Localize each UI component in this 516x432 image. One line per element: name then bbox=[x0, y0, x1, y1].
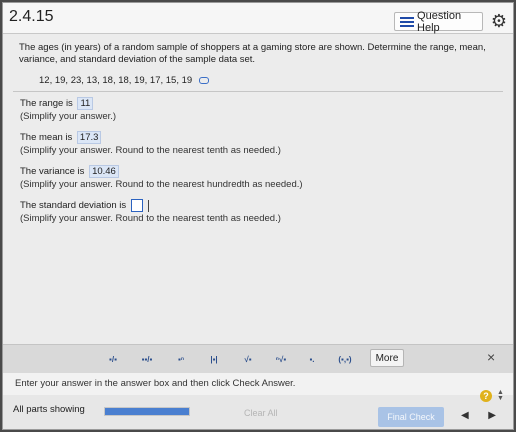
nth-root-tool[interactable]: ⁿ√▪ bbox=[269, 351, 293, 367]
variance-label: The variance is bbox=[20, 166, 85, 177]
nav-arrows: ◀ ▶ bbox=[461, 410, 496, 421]
question-help-button[interactable]: Question Help bbox=[394, 9, 483, 34]
final-check-button[interactable]: Final Check bbox=[378, 407, 444, 427]
question-prompt: The ages (in years) of a random sample o… bbox=[19, 42, 486, 65]
help-question-icon[interactable]: ? bbox=[480, 390, 492, 402]
divider bbox=[13, 91, 503, 92]
progress-bar bbox=[104, 407, 190, 416]
part-mean: The mean is 17.3 (Simplify your answer. … bbox=[20, 131, 281, 157]
text-cursor bbox=[148, 199, 150, 212]
ordered-pair-tool[interactable]: (▪,▪) bbox=[331, 351, 359, 367]
variance-answer-box[interactable]: 10.46 bbox=[89, 165, 119, 178]
progress-fill bbox=[105, 408, 189, 415]
subscript-tool[interactable]: ▪. bbox=[303, 351, 321, 367]
fraction-tool[interactable]: ▪/▪ bbox=[103, 351, 123, 367]
mean-answer-box[interactable]: 17.3 bbox=[76, 131, 102, 144]
next-icon[interactable]: ▶ bbox=[488, 410, 496, 421]
footer-bar: ? ▲ ▼ All parts showing Clear All Final C… bbox=[3, 389, 513, 429]
copy-data-icon[interactable] bbox=[198, 76, 209, 84]
mean-label: The mean is bbox=[20, 132, 73, 143]
problem-number: 2.4.15 bbox=[9, 8, 54, 25]
clear-all-button[interactable]: Clear All bbox=[244, 408, 278, 418]
square-root-tool[interactable]: √▪ bbox=[237, 351, 259, 367]
mixed-number-tool[interactable]: ▪▪/▪ bbox=[135, 351, 159, 367]
help-toggle-arrows-icon[interactable]: ▲ ▼ bbox=[497, 389, 504, 402]
absolute-value-tool[interactable]: |▪| bbox=[203, 351, 225, 367]
std-dev-hint: (Simplify your answer. Round to the near… bbox=[20, 213, 281, 225]
question-help-label: Question Help bbox=[417, 9, 462, 34]
question-content: The ages (in years) of a random sample o… bbox=[3, 34, 513, 344]
math-toolbar: ▪/▪ ▪▪/▪ ▪ⁿ |▪| √▪ ⁿ√▪ ▪. (▪,▪) More × bbox=[3, 344, 513, 373]
close-toolbar-icon[interactable]: × bbox=[487, 349, 495, 365]
variance-hint: (Simplify your answer. Round to the near… bbox=[20, 179, 303, 190]
range-hint: (Simplify your answer.) bbox=[20, 111, 117, 122]
header-bar: 2.4.15 Question Help ⚙ bbox=[3, 3, 513, 34]
list-icon bbox=[400, 16, 414, 27]
data-values: 12, 19, 23, 13, 18, 18, 19, 17, 15, 19 bbox=[39, 75, 193, 86]
part-range: The range is 11 (Simplify your answer.) bbox=[20, 97, 116, 123]
std-dev-label: The standard deviation is bbox=[20, 200, 127, 212]
gear-icon[interactable]: ⚙ bbox=[490, 12, 508, 30]
instruction-bar: Enter your answer in the answer box and … bbox=[3, 373, 513, 395]
mean-hint: (Simplify your answer. Round to the near… bbox=[20, 145, 281, 156]
more-button[interactable]: More bbox=[370, 349, 404, 367]
data-set: 12, 19, 23, 13, 18, 18, 19, 17, 15, 19 bbox=[39, 75, 209, 86]
all-parts-showing-label: All parts showing bbox=[13, 404, 85, 415]
range-label: The range is bbox=[20, 98, 73, 109]
previous-icon[interactable]: ◀ bbox=[461, 410, 469, 421]
range-answer-box[interactable]: 11 bbox=[77, 97, 94, 110]
exponent-tool[interactable]: ▪ⁿ bbox=[171, 351, 191, 367]
std-dev-input[interactable] bbox=[130, 199, 143, 212]
part-standard-deviation: The standard deviation is (Simplify your… bbox=[20, 199, 281, 225]
homework-window: 2.4.15 Question Help ⚙ The ages (in year… bbox=[2, 2, 514, 430]
instruction-text: Enter your answer in the answer box and … bbox=[15, 378, 296, 389]
part-variance: The variance is 10.46 (Simplify your ans… bbox=[20, 165, 303, 191]
